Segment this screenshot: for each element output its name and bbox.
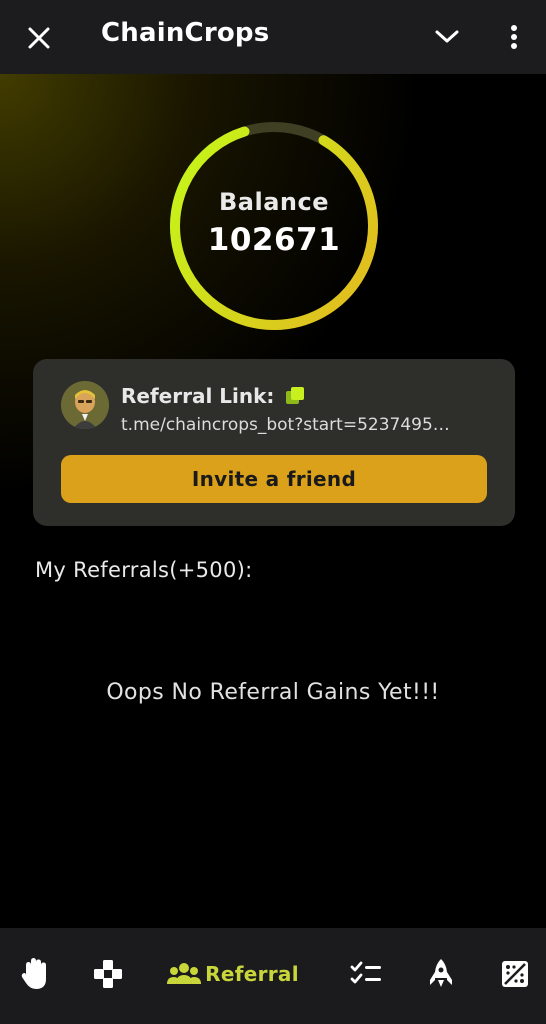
nav-hand[interactable] bbox=[18, 952, 52, 996]
empty-state-message: Oops No Referral Gains Yet!!! bbox=[106, 680, 440, 705]
rocket-icon bbox=[430, 959, 452, 987]
nav-games[interactable] bbox=[90, 952, 126, 996]
invite-friend-button[interactable]: Invite a friend bbox=[61, 455, 487, 503]
chevron-down-icon[interactable] bbox=[430, 22, 464, 52]
copy-icon[interactable] bbox=[284, 386, 306, 406]
balance-value: 102671 bbox=[207, 222, 341, 258]
bottom-nav: Referral bbox=[0, 928, 546, 1024]
gamepad-icon bbox=[94, 960, 122, 988]
nav-tasks[interactable] bbox=[348, 952, 384, 996]
tasks-icon bbox=[350, 961, 381, 984]
referral-card: Referral Link: t.me/chaincrops_bot?start… bbox=[33, 359, 515, 526]
referral-link-label: Referral Link: bbox=[121, 384, 275, 408]
avatar bbox=[61, 381, 109, 429]
main-content: Balance 102671 Referral Link: t.me/chain… bbox=[0, 74, 546, 928]
referral-link-title: Referral Link: bbox=[121, 384, 306, 408]
nav-boost[interactable] bbox=[424, 952, 458, 996]
close-icon[interactable] bbox=[22, 21, 56, 55]
my-referrals-heading: My Referrals(+500): bbox=[35, 558, 253, 582]
nav-referral-label: Referral bbox=[205, 962, 299, 986]
grid-dice-icon bbox=[502, 961, 528, 987]
nav-extras[interactable] bbox=[498, 952, 532, 996]
app-title: ChainCrops bbox=[101, 18, 270, 48]
balance-ring: Balance 102671 bbox=[168, 120, 380, 332]
hand-icon bbox=[21, 958, 46, 989]
people-icon bbox=[167, 963, 202, 984]
title-bar: ChainCrops bbox=[0, 0, 546, 74]
balance-label: Balance bbox=[219, 188, 329, 216]
more-options-icon[interactable] bbox=[500, 20, 528, 54]
referral-link-text[interactable]: t.me/chaincrops_bot?start=5237495… bbox=[121, 415, 493, 435]
nav-referral[interactable]: Referral bbox=[166, 952, 300, 996]
